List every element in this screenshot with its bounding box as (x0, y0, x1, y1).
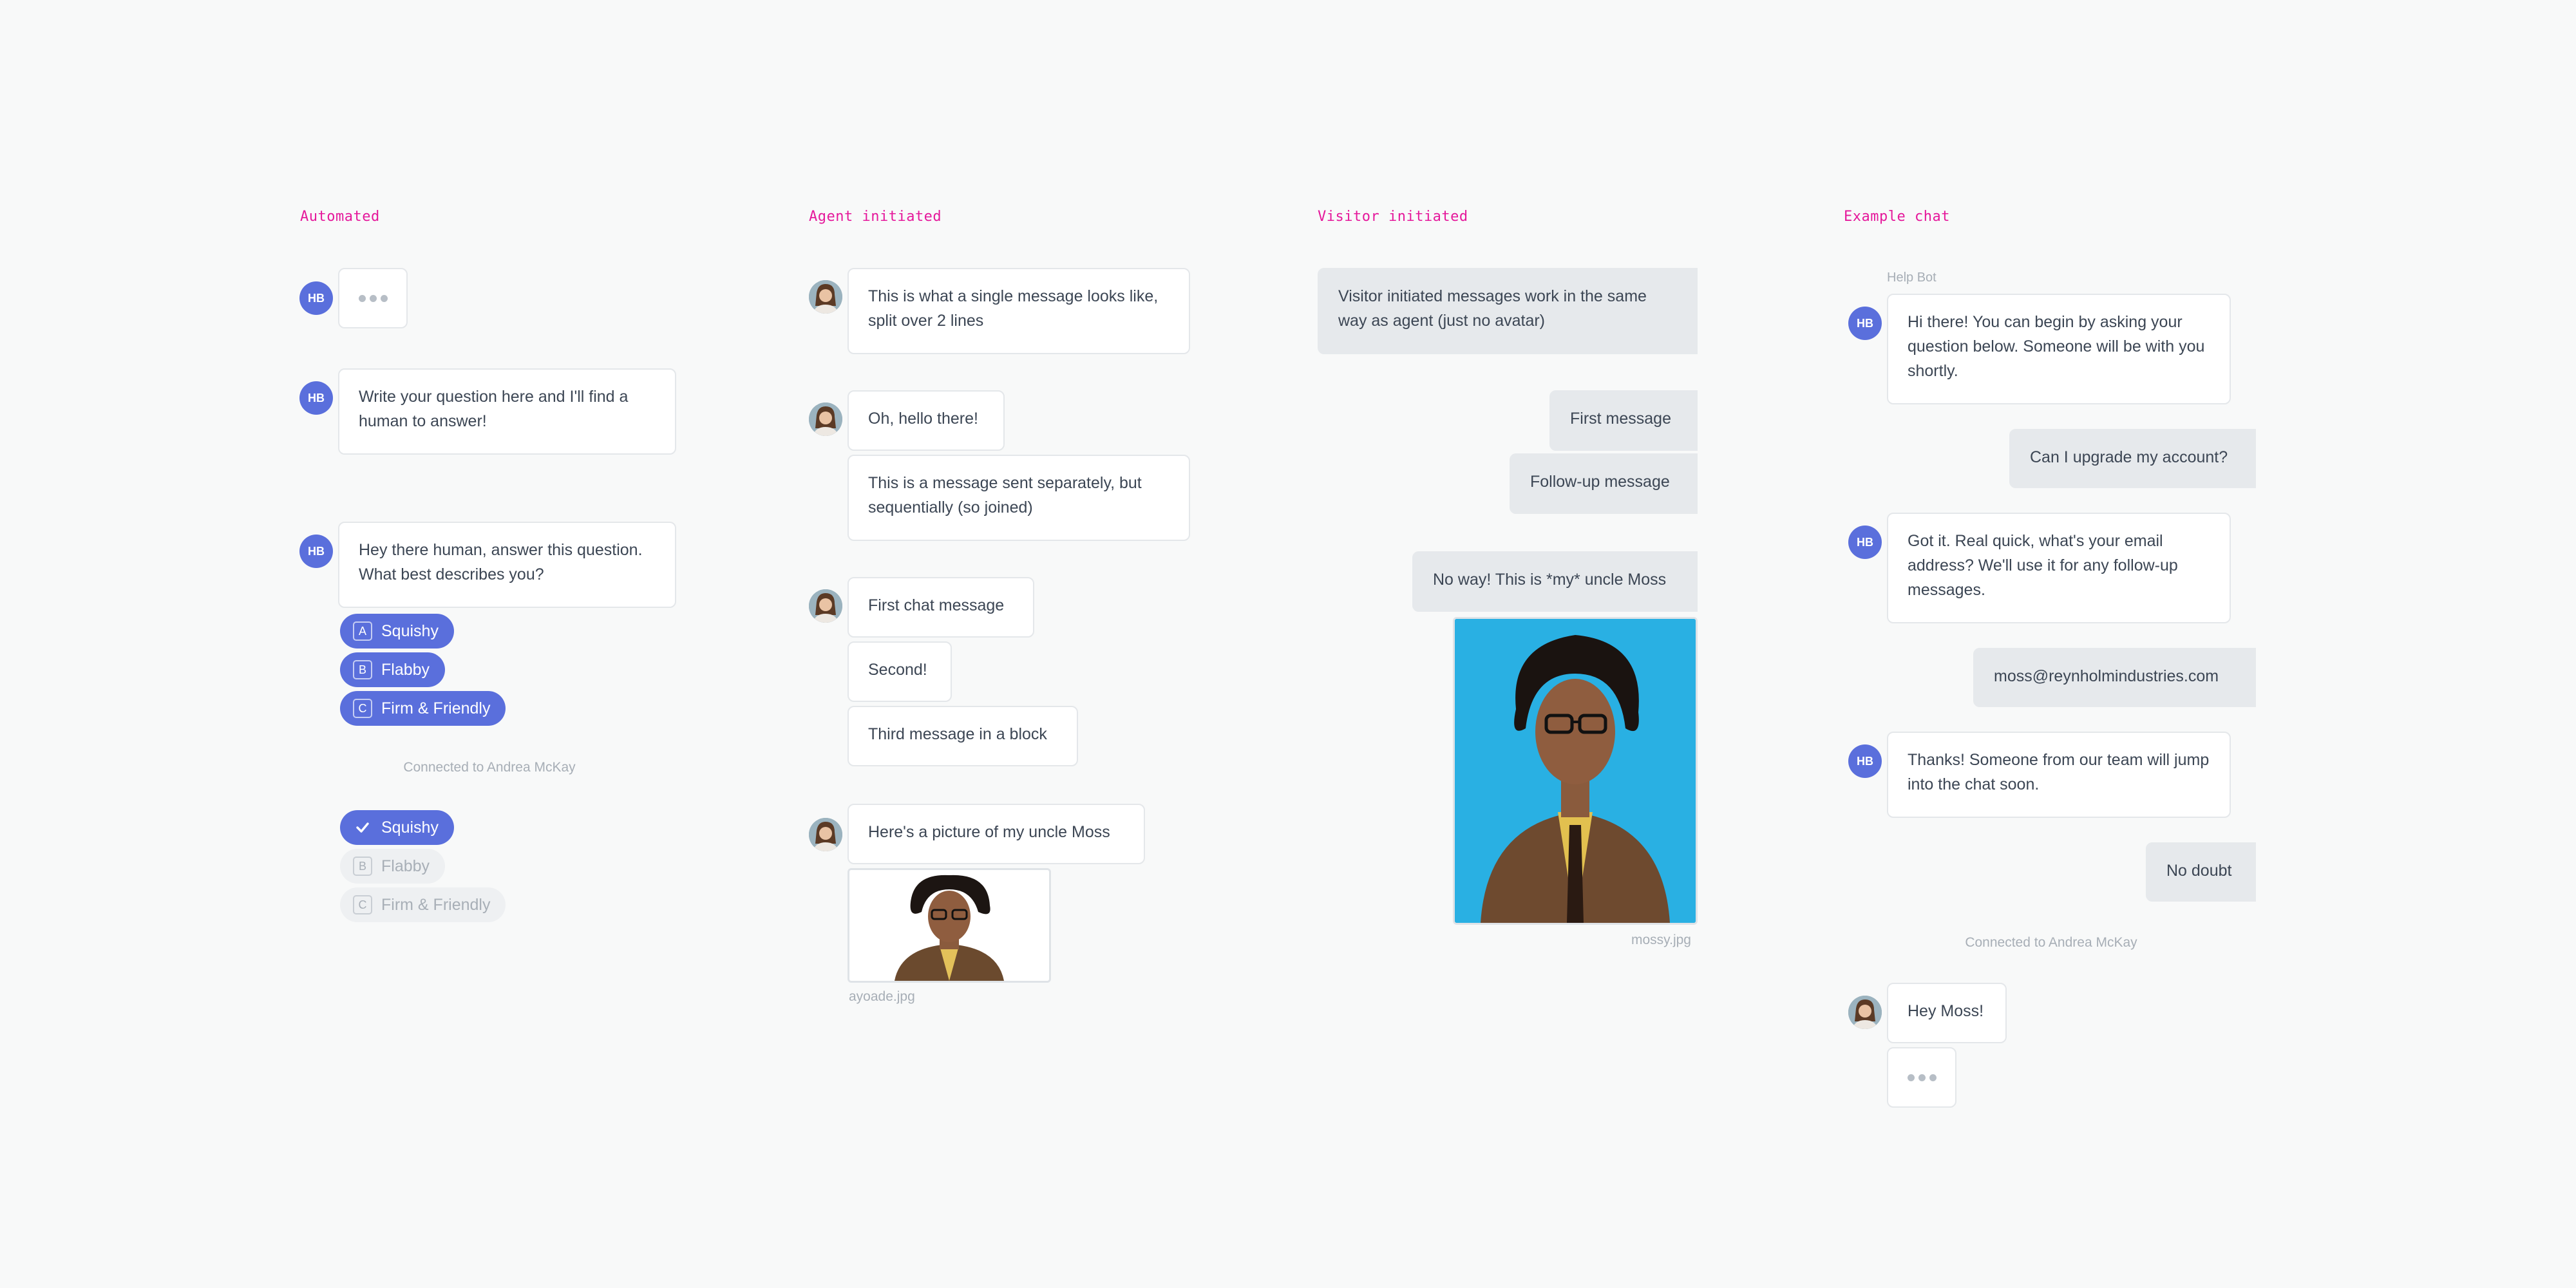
typing-dot (358, 294, 366, 302)
typing-dot (369, 294, 377, 302)
agent-message: Hey Moss! (1887, 983, 2007, 1043)
bot-avatar: HB (1848, 744, 1882, 778)
column-title-agent-initiated: Agent initiated (809, 209, 942, 225)
agent-message: Third message in a block (848, 706, 1078, 766)
choice-key: A (353, 621, 372, 641)
bot-name-label: Help Bot (1887, 270, 1937, 285)
typing-indicator (1887, 1047, 1956, 1108)
bot-avatar: HB (299, 281, 333, 315)
visitor-message: Visitor initiated messages work in the s… (1318, 268, 1698, 354)
visitor-message: Can I upgrade my account? (2009, 429, 2256, 488)
image-attachment[interactable] (848, 868, 1051, 983)
choice-label: Flabby (381, 660, 430, 679)
file-name-caption: mossy.jpg (1631, 933, 1691, 947)
column-title-example-chat: Example chat (1844, 209, 1950, 225)
choice-key: B (353, 660, 372, 679)
bot-avatar: HB (299, 381, 333, 415)
bot-avatar: HB (299, 535, 333, 568)
column-title-visitor-initiated: Visitor initiated (1318, 209, 1468, 225)
bot-message: Got it. Real quick, what's your email ad… (1887, 513, 2231, 623)
bot-avatar: HB (1848, 526, 1882, 559)
agent-avatar (809, 818, 842, 851)
column-title-automated: Automated (300, 209, 380, 225)
agent-message: Second! (848, 641, 952, 702)
choice-button-flabby[interactable]: B Flabby (340, 652, 446, 687)
visitor-message: First message (1549, 390, 1698, 451)
choice-key: C (353, 699, 372, 718)
photo-moss (1455, 619, 1696, 923)
visitor-message: Follow-up message (1510, 453, 1698, 514)
choice-button-firm-friendly[interactable]: C Firm & Friendly (340, 691, 506, 726)
bot-message: Write your question here and I'll find a… (338, 368, 676, 455)
agent-message: Oh, hello there! (848, 390, 1005, 451)
visitor-message: moss@reynholmindustries.com (1973, 648, 2256, 707)
choice-key: C (353, 895, 372, 914)
bot-message: Hi there! You can begin by asking your q… (1887, 294, 2231, 404)
agent-avatar (809, 280, 842, 314)
choice-selected-squishy: Squishy (340, 810, 454, 845)
visitor-message: No doubt (2146, 842, 2256, 902)
agent-avatar (809, 589, 842, 623)
file-name-caption: ayoade.jpg (849, 989, 915, 1004)
connected-note: Connected to Andrea McKay (1965, 935, 2137, 950)
agent-message: This is what a single message looks like… (848, 268, 1190, 354)
choice-label: Firm & Friendly (381, 699, 491, 717)
typing-dot (380, 294, 388, 302)
choice-label: Squishy (381, 818, 439, 837)
photo-moss-thumbnail (849, 870, 1049, 981)
choice-label: Flabby (381, 857, 430, 875)
choice-label: Firm & Friendly (381, 895, 491, 914)
visitor-message: No way! This is *my* uncle Moss (1412, 551, 1698, 612)
check-icon (353, 818, 372, 837)
typing-dot (1918, 1074, 1926, 1081)
agent-message: Here's a picture of my uncle Moss (848, 804, 1145, 864)
choice-disabled-flabby: B Flabby (340, 849, 446, 884)
bot-question-message: Hey there human, answer this question. W… (338, 522, 676, 608)
typing-dot (1929, 1074, 1937, 1081)
choice-disabled-firm-friendly: C Firm & Friendly (340, 887, 506, 922)
image-attachment[interactable] (1453, 617, 1698, 925)
choice-button-squishy[interactable]: A Squishy (340, 614, 454, 649)
agent-message: This is a message sent separately, but s… (848, 455, 1190, 541)
connected-note: Connected to Andrea McKay (403, 760, 576, 775)
agent-message: First chat message (848, 577, 1034, 638)
choice-label: Squishy (381, 621, 439, 640)
agent-avatar (1848, 996, 1882, 1029)
typing-indicator (338, 268, 408, 328)
bot-avatar: HB (1848, 307, 1882, 340)
bot-message: Thanks! Someone from our team will jump … (1887, 732, 2231, 818)
typing-dot (1907, 1074, 1915, 1081)
agent-avatar (809, 402, 842, 436)
choice-key: B (353, 857, 372, 876)
